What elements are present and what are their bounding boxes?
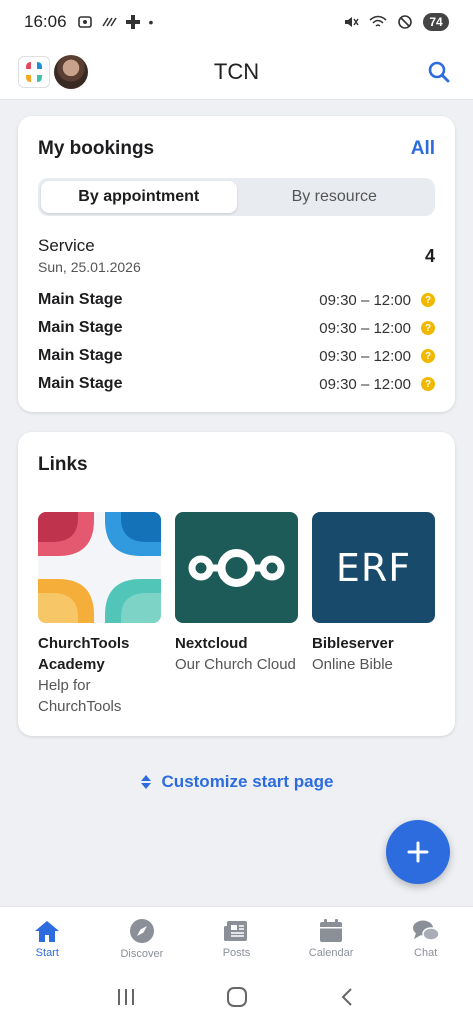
booking-row[interactable]: Main Stage 09:30 – 12:00 ? <box>38 370 435 398</box>
nav-label: Posts <box>222 946 251 959</box>
booking-count: 4 <box>424 246 435 266</box>
bottom-navigation: Start Discover Posts Calendar Chat <box>0 906 473 970</box>
link-name: Nextcloud <box>175 635 248 652</box>
status-system-icons: 74 <box>343 13 449 31</box>
nav-calendar[interactable]: Calendar <box>284 907 379 970</box>
question-icon: ? <box>421 321 435 335</box>
search-icon[interactable] <box>423 56 455 88</box>
link-subtitle: Help for ChurchTools <box>38 677 122 715</box>
link-name: Bibleserver <box>312 635 394 652</box>
back-icon[interactable] <box>337 986 359 1008</box>
question-icon: ? <box>421 377 435 391</box>
churchtools-academy-icon <box>38 512 161 623</box>
app-bar: TCN <box>0 44 473 100</box>
mute-icon <box>345 17 359 27</box>
nav-label: Chat <box>414 946 438 959</box>
recent-apps-icon[interactable] <box>115 987 137 1007</box>
booking-row[interactable]: Main Stage 09:30 – 12:00 ? <box>38 342 435 370</box>
links-title: Links <box>38 454 88 475</box>
tab-by-appointment[interactable]: By appointment <box>41 181 237 213</box>
booking-time: 09:30 – 12:00 <box>319 319 411 337</box>
tab-by-resource[interactable]: By resource <box>237 181 433 213</box>
link-tile-bibleserver[interactable]: ERF Bibleserver Online Bible <box>312 512 435 675</box>
newspaper-icon <box>224 920 248 941</box>
battery-level: 74 <box>423 13 449 31</box>
links-card: Links ChurchTools Academy Help for Churc… <box>18 432 455 736</box>
booking-resource: Main Stage <box>38 375 123 392</box>
service-name[interactable]: Service <box>38 236 95 256</box>
booking-row[interactable]: Main Stage 09:30 – 12:00 ? <box>38 314 435 342</box>
sort-arrows-icon <box>140 775 151 789</box>
nav-label: Start <box>35 946 59 959</box>
status-bar: 16:06 • 74 <box>0 0 473 44</box>
link-name: ChurchTools Academy <box>38 635 130 673</box>
booking-time: 09:30 – 12:00 <box>319 347 411 365</box>
link-subtitle: Our Church Cloud <box>175 656 296 673</box>
churchtools-logo-icon[interactable] <box>18 55 50 88</box>
churchtools-status-icon <box>125 15 140 29</box>
question-icon: ? <box>421 293 435 307</box>
customize-start-page-button[interactable]: Customize start page <box>0 772 473 792</box>
bookings-title: My bookings <box>38 138 155 159</box>
compass-icon <box>129 918 154 943</box>
calendar-icon <box>320 918 343 942</box>
nav-label: Calendar <box>308 946 354 959</box>
add-button[interactable] <box>386 820 450 884</box>
booking-list: Main Stage 09:30 – 12:00 ? Main Stage 09… <box>38 286 435 398</box>
screenshot-icon <box>77 16 92 28</box>
do-not-disturb-icon <box>398 15 412 29</box>
link-tile-churchtools-academy[interactable]: ChurchTools Academy Help for ChurchTools <box>38 512 161 717</box>
wifi-icon <box>369 15 387 27</box>
chat-icon <box>412 920 440 941</box>
erf-logo-text: ERF <box>335 545 412 590</box>
bookings-card: My bookings All By appointment By resour… <box>18 116 455 412</box>
all-bookings-link[interactable]: All <box>411 138 435 160</box>
plus-icon <box>407 841 429 863</box>
nav-label: Discover <box>120 947 164 960</box>
home-button-icon[interactable] <box>226 986 248 1008</box>
booking-resource: Main Stage <box>38 291 123 308</box>
nav-chat[interactable]: Chat <box>378 907 473 970</box>
signal-stripes-icon <box>101 17 117 27</box>
nav-posts[interactable]: Posts <box>189 907 284 970</box>
bookings-view-toggle: By appointment By resource <box>38 178 435 216</box>
home-icon <box>35 920 60 942</box>
nextcloud-icon <box>175 512 298 623</box>
booking-time: 09:30 – 12:00 <box>319 291 411 309</box>
dot-icon: • <box>148 14 154 30</box>
booking-resource: Main Stage <box>38 319 123 336</box>
service-date: Sun, 25.01.2026 <box>38 259 141 275</box>
nav-discover[interactable]: Discover <box>95 907 190 970</box>
customize-label: Customize start page <box>161 772 334 791</box>
status-notification-icons: • <box>77 14 154 30</box>
erf-icon: ERF <box>312 512 435 623</box>
booking-row[interactable]: Main Stage 09:30 – 12:00 ? <box>38 286 435 314</box>
nav-start[interactable]: Start <box>0 907 95 970</box>
user-avatar[interactable] <box>54 54 88 89</box>
link-subtitle: Online Bible <box>312 656 393 673</box>
link-tile-nextcloud[interactable]: Nextcloud Our Church Cloud <box>175 512 298 675</box>
system-navigation-bar <box>0 970 473 1024</box>
booking-time: 09:30 – 12:00 <box>319 375 411 393</box>
status-time: 16:06 <box>24 12 67 31</box>
question-icon: ? <box>421 349 435 363</box>
booking-resource: Main Stage <box>38 347 123 364</box>
